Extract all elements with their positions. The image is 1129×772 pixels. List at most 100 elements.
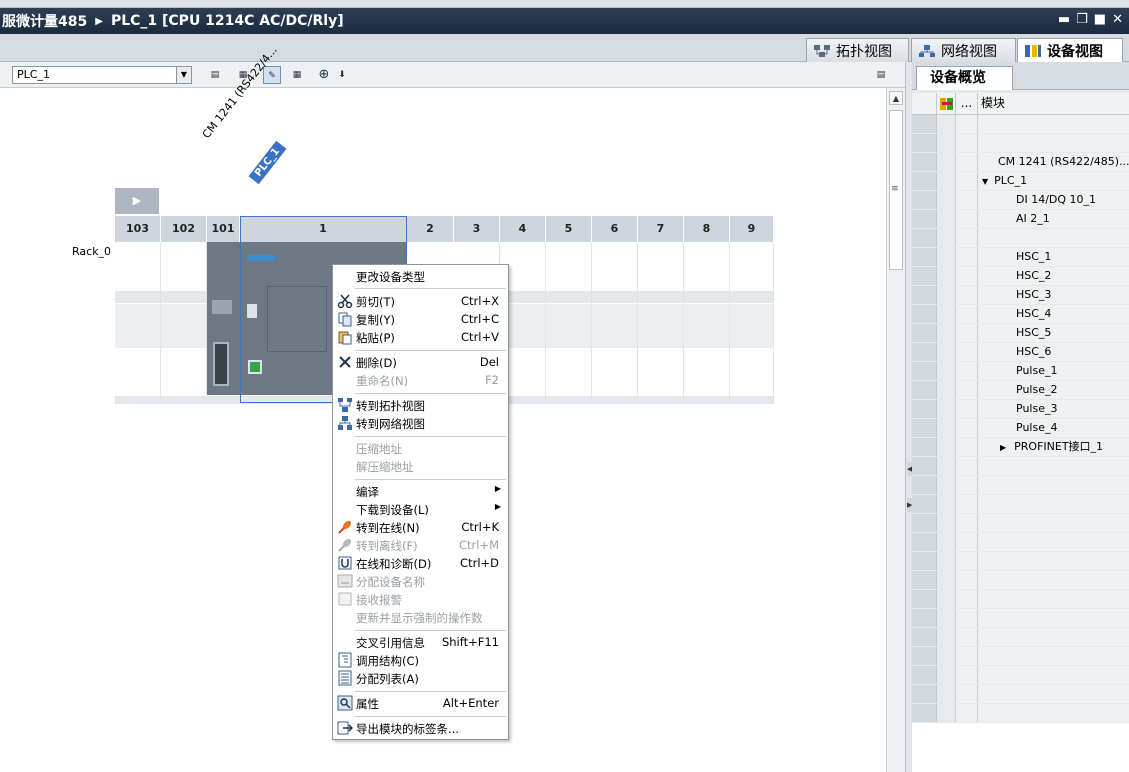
header-cell-more[interactable]: ... xyxy=(956,93,978,114)
table-row[interactable]: HSC_2 xyxy=(912,267,1129,286)
menu-item-download[interactable]: 下载到设备(L) ▶ xyxy=(333,500,508,518)
menu-item-assign-device-name[interactable]: 分配设备名称 xyxy=(333,572,508,590)
table-row[interactable] xyxy=(912,229,1129,248)
table-row[interactable] xyxy=(912,115,1129,134)
menu-item-assignment-list[interactable]: 分配列表(A) xyxy=(333,669,508,687)
table-row[interactable] xyxy=(912,134,1129,153)
menu-item-receive-alarms[interactable]: 接收报警 xyxy=(333,590,508,608)
menu-item-copy[interactable]: 复制(Y) Ctrl+C xyxy=(333,310,508,328)
menu-item-change-device-type[interactable]: 更改设备类型 xyxy=(333,267,508,285)
table-row[interactable]: Pulse_4 xyxy=(912,419,1129,438)
tab-topology-view[interactable]: 拓扑视图 xyxy=(806,38,909,62)
menu-item-go-offline[interactable]: 转到离线(F) Ctrl+M xyxy=(333,536,508,554)
table-row[interactable] xyxy=(912,552,1129,571)
table-row[interactable] xyxy=(912,590,1129,609)
menu-strip xyxy=(0,0,1129,8)
menu-item-cross-reference[interactable]: 交叉引用信息 Shift+F11 xyxy=(333,633,508,651)
slot-103[interactable] xyxy=(115,242,161,403)
table-row[interactable] xyxy=(912,533,1129,552)
slot-8[interactable] xyxy=(684,242,730,403)
breadcrumb-device[interactable]: PLC_1 [CPU 1214C AC/DC/Rly] xyxy=(111,13,344,29)
menu-item-go-network[interactable]: 转到网络视图 xyxy=(333,414,508,432)
table-row[interactable]: Pulse_1 xyxy=(912,362,1129,381)
menu-item-export-labels[interactable]: 导出模块的标签条... xyxy=(333,719,508,737)
slot-6[interactable] xyxy=(592,242,638,403)
device-properties-icon[interactable]: ▤ xyxy=(206,66,224,84)
device-select[interactable]: PLC_1 ▼ xyxy=(12,66,192,84)
expand-right-icon[interactable]: ▶ xyxy=(1000,443,1006,452)
slot-102[interactable] xyxy=(161,242,207,403)
slot-header: 101 xyxy=(207,216,240,242)
table-row[interactable] xyxy=(912,704,1129,723)
network-icon xyxy=(338,416,352,430)
chevron-down-icon[interactable]: ▼ xyxy=(176,67,191,83)
header-cell-blank xyxy=(912,93,937,114)
close-icon[interactable]: ✕ xyxy=(1112,12,1123,27)
table-row[interactable]: HSC_5 xyxy=(912,324,1129,343)
minimize-icon[interactable]: ▬ xyxy=(1058,12,1070,27)
menu-item-cut[interactable]: 剪切(T) Ctrl+X xyxy=(333,292,508,310)
go-offline-icon xyxy=(338,538,352,552)
menu-item-delete[interactable]: 删除(D) Del xyxy=(333,353,508,371)
menu-item-decompress-address[interactable]: 解压缩地址 xyxy=(333,457,508,475)
tab-label: 拓扑视图 xyxy=(836,43,892,60)
table-row[interactable]: HSC_4 xyxy=(912,305,1129,324)
tab-device-view[interactable]: 设备视图 xyxy=(1017,38,1123,63)
table-row[interactable]: Pulse_2 xyxy=(912,381,1129,400)
table-row[interactable]: AI 2_1 xyxy=(912,210,1129,229)
slot-9[interactable] xyxy=(730,242,774,403)
expand-rack-arrow-icon[interactable]: ▶ xyxy=(115,188,159,214)
tab-device-overview[interactable]: 设备概览 xyxy=(916,66,1013,91)
expand-down-icon[interactable]: ▼ xyxy=(982,177,988,186)
table-row[interactable] xyxy=(912,666,1129,685)
slot-7[interactable] xyxy=(638,242,684,403)
menu-item-go-topology[interactable]: 转到拓扑视图 xyxy=(333,396,508,414)
table-row[interactable] xyxy=(912,514,1129,533)
scroll-up-icon[interactable]: ▲ xyxy=(889,91,903,105)
table-row[interactable]: ▶ PROFINET接口_1 xyxy=(912,438,1129,457)
table-row[interactable]: ▼ PLC_1 xyxy=(912,172,1129,191)
menu-item-paste[interactable]: 粘贴(P) Ctrl+V xyxy=(333,328,508,346)
menu-item-call-structure[interactable]: 调用结构(C) xyxy=(333,651,508,669)
menu-item-update-forced-operands[interactable]: 更新并显示强制的操作数 xyxy=(333,608,508,626)
table-row[interactable] xyxy=(912,476,1129,495)
menu-item-rename[interactable]: 重命名(N) F2 xyxy=(333,371,508,389)
grid-icon[interactable]: ▦ xyxy=(288,66,306,84)
table-row[interactable] xyxy=(912,571,1129,590)
table-row[interactable]: HSC_3 xyxy=(912,286,1129,305)
menu-item-online-diagnostics[interactable]: 在线和诊断(D) Ctrl+D xyxy=(333,554,508,572)
menu-item-compile[interactable]: 编译 ▶ xyxy=(333,482,508,500)
slot-5[interactable] xyxy=(546,242,592,403)
menu-item-properties[interactable]: 属性 Alt+Enter xyxy=(333,694,508,712)
table-row[interactable]: HSC_1 xyxy=(912,248,1129,267)
menu-item-go-online[interactable]: 转到在线(N) Ctrl+K xyxy=(333,518,508,536)
panel-splitter[interactable]: ◀ ▶ xyxy=(905,62,912,772)
table-row[interactable] xyxy=(912,647,1129,666)
menu-item-compress-address[interactable]: 压缩地址 xyxy=(333,439,508,457)
panel-toggle-icon[interactable]: ▤ xyxy=(872,66,890,84)
table-row[interactable]: HSC_6 xyxy=(912,343,1129,362)
table-row[interactable] xyxy=(912,628,1129,647)
table-row[interactable]: CM 1241 (RS422/485)... xyxy=(912,153,1129,172)
plc-tag[interactable]: PLC_1 xyxy=(248,140,287,185)
float-icon[interactable]: ❐ xyxy=(1076,12,1088,27)
canvas-vertical-scrollbar[interactable]: ▲ ≡ xyxy=(886,88,905,772)
breadcrumb-project[interactable]: 服微计量485 xyxy=(0,11,87,31)
slot-header: 9 xyxy=(730,216,774,242)
table-row[interactable]: Pulse_3 xyxy=(912,400,1129,419)
cm1241-module[interactable] xyxy=(207,242,240,395)
editor-title-bar: 服微计量485 ▶ PLC_1 [CPU 1214C AC/DC/Rly] ▬ … xyxy=(0,8,1129,34)
table-row[interactable] xyxy=(912,495,1129,514)
table-row[interactable] xyxy=(912,685,1129,704)
zoom-in-icon[interactable]: ⊕ xyxy=(315,66,333,84)
tab-label: 网络视图 xyxy=(941,43,997,60)
table-row[interactable] xyxy=(912,609,1129,628)
go-online-icon xyxy=(338,520,352,534)
table-row[interactable]: DI 14/DQ 10_1 xyxy=(912,191,1129,210)
menu-separator xyxy=(355,436,506,437)
header-module[interactable]: 模块 xyxy=(978,93,1129,114)
tab-network-view[interactable]: 网络视图 xyxy=(911,38,1016,62)
zoom-dropdown-icon[interactable]: ⬇ xyxy=(333,66,351,84)
table-row[interactable] xyxy=(912,457,1129,476)
maximize-icon[interactable]: ■ xyxy=(1094,12,1106,27)
